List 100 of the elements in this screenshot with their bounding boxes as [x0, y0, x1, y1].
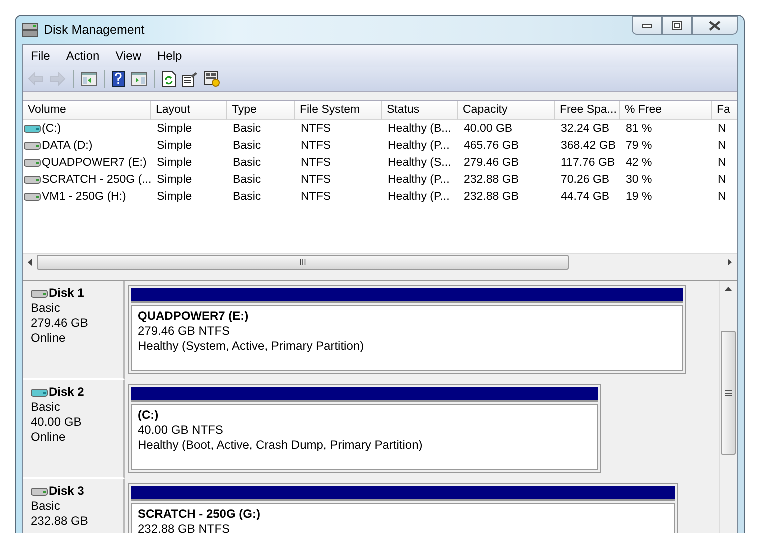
table-cell-text: Simple	[156, 190, 194, 202]
column-header[interactable]: % Free	[620, 101, 712, 120]
menu-item[interactable]: Help	[150, 49, 190, 63]
table-cell-text: 40.00 GB	[463, 122, 514, 134]
column-header[interactable]: Capacity	[458, 101, 555, 120]
table-cell-text: N	[717, 190, 728, 202]
column-header[interactable]: Type	[227, 101, 295, 120]
column-header[interactable]: Layout	[151, 101, 227, 120]
table-cell-text: 232.88 GB	[463, 190, 520, 202]
table-cell-text: Healthy (P...	[387, 190, 451, 202]
menu-item[interactable]: File	[23, 49, 58, 63]
partition-status: Healthy (Boot, Active, Crash Dump, Primary Partition)	[138, 438, 423, 453]
table-cell-text: 19 %	[625, 190, 654, 202]
table-cell: QUADPOWER7 (E:)	[42, 156, 147, 168]
maximize-button[interactable]	[662, 16, 692, 35]
scroll-up-icon[interactable]	[725, 287, 732, 291]
drive-icon	[24, 192, 41, 202]
partition-block[interactable]: SCRATCH - 250G (G:) 232.88 GB NTFS	[128, 483, 678, 533]
menu-item[interactable]: View	[108, 49, 150, 63]
disk-info-panel[interactable]: Disk 2 Basic 40.00 GB Online	[23, 380, 125, 479]
drive-icon	[31, 486, 48, 496]
table-cell: DATA (D:)	[42, 140, 93, 152]
action-pane-icon[interactable]	[131, 72, 147, 86]
disk-management-icon	[22, 23, 38, 37]
disk-size: 279.46 GB	[31, 316, 90, 331]
table-cell-text: Basic	[232, 140, 262, 152]
partition-size: 279.46 GB NTFS	[138, 324, 230, 339]
partition-name: (C:)	[138, 408, 159, 423]
table-cell: (C:)	[42, 122, 62, 134]
table-cell-text: 44.74 GB	[560, 190, 611, 202]
scroll-left-icon[interactable]	[28, 259, 32, 266]
partition-block[interactable]: QUADPOWER7 (E:) 279.46 GB NTFS Healthy (System, Active, Primary Partition)	[128, 285, 686, 374]
table-cell-text: Basic	[232, 190, 262, 202]
close-button[interactable]	[692, 16, 738, 35]
help-icon[interactable]	[112, 71, 125, 87]
disk-name: Disk 2	[49, 385, 84, 400]
table-cell-text: 465.76 GB	[463, 140, 520, 152]
disk-info-panel[interactable]: Disk 1 Basic 279.46 GB Online	[23, 281, 125, 380]
scroll-right-icon[interactable]	[728, 259, 732, 266]
table-cell-text: 117.76 GB	[560, 156, 616, 168]
drive-icon	[24, 158, 41, 168]
table-cell-text: NTFS	[300, 156, 332, 168]
partition-name: SCRATCH - 250G (G:)	[138, 507, 260, 522]
table-cell-text: N	[717, 122, 728, 134]
disk-status: Online	[31, 430, 67, 445]
table-cell-text: 232.88 GB	[463, 174, 520, 186]
table-cell-text: N	[717, 174, 728, 186]
maximize-icon	[672, 21, 682, 30]
disk-status: Online	[31, 331, 67, 346]
partition-size: 232.88 GB NTFS	[138, 522, 230, 533]
partition-name: QUADPOWER7 (E:)	[138, 309, 249, 324]
table-cell-text: Healthy (P...	[387, 174, 451, 186]
disk-size: 232.88 GB	[31, 514, 90, 529]
table-cell-text: NTFS	[300, 174, 332, 186]
disk-name: Disk 3	[49, 484, 84, 499]
close-icon	[709, 20, 721, 30]
drive-icon	[24, 140, 41, 150]
table-cell-text: Basic	[232, 174, 262, 186]
drive-icon	[24, 174, 41, 184]
console-tree-icon[interactable]	[81, 72, 97, 86]
disk-size: 40.00 GB	[31, 415, 83, 430]
settings-icon[interactable]	[204, 71, 220, 87]
table-cell: VM1 - 250G (H:)	[42, 190, 126, 202]
column-header[interactable]: Status	[382, 101, 458, 120]
partition-size: 40.00 GB NTFS	[138, 423, 224, 438]
refresh-icon[interactable]	[162, 71, 176, 87]
partition-status: Healthy (System, Active, Primary Partition)	[138, 339, 364, 354]
drive-icon	[31, 288, 48, 298]
table-cell-text: Healthy (B...	[387, 122, 452, 134]
table-cell-text: NTFS	[300, 140, 332, 152]
table-cell-text: NTFS	[300, 122, 332, 134]
table-cell-text: 30 %	[625, 174, 654, 186]
table-cell-text: 70.26 GB	[560, 174, 611, 186]
column-header[interactable]: File System	[295, 101, 382, 120]
menu-item[interactable]: Action	[58, 49, 108, 63]
table-cell-text: Simple	[156, 140, 194, 152]
table-cell-text: 42 %	[625, 156, 654, 168]
table-cell-text: Healthy (P...	[387, 140, 451, 152]
column-header[interactable]: Free Spa...	[555, 101, 620, 120]
partition-block[interactable]: (C:) 40.00 GB NTFS Healthy (Boot, Active, Crash Dump, Primary Partition)	[128, 384, 601, 473]
minimize-button[interactable]	[632, 16, 662, 35]
table-cell-text: Simple	[156, 156, 194, 168]
table-cell-text: Healthy (S...	[387, 156, 452, 168]
table-cell-text: Simple	[156, 174, 194, 186]
column-header[interactable]: Volume	[23, 101, 151, 120]
scrollbar-thumb[interactable]	[721, 331, 736, 455]
minimize-icon	[642, 24, 652, 28]
table-cell-text: Simple	[156, 122, 194, 134]
drive-icon	[24, 124, 41, 134]
properties-icon[interactable]	[182, 72, 198, 86]
drive-icon	[31, 388, 48, 398]
disk-type: Basic	[31, 400, 62, 415]
table-cell-text: 368.42 GB	[560, 140, 617, 152]
table-cell-text: 79 %	[625, 140, 654, 152]
table-cell-text: NTFS	[300, 190, 332, 202]
table-cell-text: 32.24 GB	[560, 122, 611, 134]
scrollbar-thumb[interactable]: III	[37, 255, 569, 270]
table-cell-text: Basic	[232, 156, 262, 168]
table-cell-text: N	[717, 140, 728, 152]
window-title: Disk Management	[44, 23, 145, 37]
